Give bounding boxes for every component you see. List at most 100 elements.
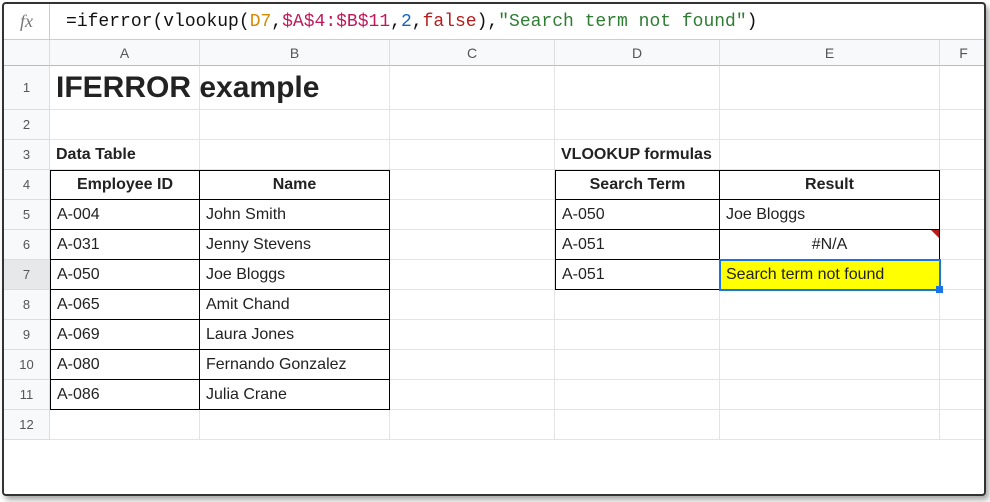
cell-E10[interactable] xyxy=(720,350,940,380)
cell-C12[interactable] xyxy=(390,410,555,440)
col-header-F[interactable]: F xyxy=(940,40,986,66)
cell-E1[interactable] xyxy=(720,66,940,110)
cell-A4[interactable]: Employee ID xyxy=(50,170,200,200)
fx-icon[interactable]: fx xyxy=(4,4,50,39)
cell-C5[interactable] xyxy=(390,200,555,230)
cell-D4[interactable]: Search Term xyxy=(555,170,720,200)
cell-C1[interactable] xyxy=(390,66,555,110)
cell-F8[interactable] xyxy=(940,290,986,320)
cell-F3[interactable] xyxy=(940,140,986,170)
cell-D7[interactable]: A-051 xyxy=(555,260,720,290)
row-header-4[interactable]: 4 xyxy=(4,170,50,200)
cell-C9[interactable] xyxy=(390,320,555,350)
cell-A12[interactable] xyxy=(50,410,200,440)
col-header-A[interactable]: A xyxy=(50,40,200,66)
cell-E7[interactable]: Search term not found xyxy=(720,260,940,290)
formula-input[interactable]: =iferror(vlookup(D7,$A$4:$B$11,2,false),… xyxy=(50,12,757,32)
row-header-1[interactable]: 1 xyxy=(4,66,50,110)
row-header-5[interactable]: 5 xyxy=(4,200,50,230)
formula-token: = xyxy=(66,12,77,32)
row-header-9[interactable]: 9 xyxy=(4,320,50,350)
cell-B6[interactable]: Jenny Stevens xyxy=(200,230,390,260)
cell-D11[interactable] xyxy=(555,380,720,410)
cell-C3[interactable] xyxy=(390,140,555,170)
col-header-D[interactable]: D xyxy=(555,40,720,66)
cell-F7[interactable] xyxy=(940,260,986,290)
col-header-B[interactable]: B xyxy=(200,40,390,66)
cell-C6[interactable] xyxy=(390,230,555,260)
row-header-8[interactable]: 8 xyxy=(4,290,50,320)
select-all-corner[interactable] xyxy=(4,40,50,66)
cell-B11[interactable]: Julia Crane xyxy=(200,380,390,410)
cell-B12[interactable] xyxy=(200,410,390,440)
col-header-C[interactable]: C xyxy=(390,40,555,66)
cell-B8[interactable]: Amit Chand xyxy=(200,290,390,320)
cell-F4[interactable] xyxy=(940,170,986,200)
row-header-11[interactable]: 11 xyxy=(4,380,50,410)
cell-E6[interactable]: #N/A xyxy=(720,230,940,260)
cell-B2[interactable] xyxy=(200,110,390,140)
cell-B5[interactable]: John Smith xyxy=(200,200,390,230)
cell-E11[interactable] xyxy=(720,380,940,410)
cell-B7[interactable]: Joe Bloggs xyxy=(200,260,390,290)
cell-C2[interactable] xyxy=(390,110,555,140)
formula-token: ( xyxy=(152,12,163,32)
cell-A10[interactable]: A-080 xyxy=(50,350,200,380)
cell-F11[interactable] xyxy=(940,380,986,410)
cell-D10[interactable] xyxy=(555,350,720,380)
cell-A2[interactable] xyxy=(50,110,200,140)
cell-E9[interactable] xyxy=(720,320,940,350)
cell-F2[interactable] xyxy=(940,110,986,140)
cell-B4[interactable]: Name xyxy=(200,170,390,200)
cell-A3[interactable]: Data Table xyxy=(50,140,200,170)
cell-D12[interactable] xyxy=(555,410,720,440)
cell-A8[interactable]: A-065 xyxy=(50,290,200,320)
cell-E12[interactable] xyxy=(720,410,940,440)
cell-F5[interactable] xyxy=(940,200,986,230)
cell-A5[interactable]: A-004 xyxy=(50,200,200,230)
cell-E8[interactable] xyxy=(720,290,940,320)
cell-C4[interactable] xyxy=(390,170,555,200)
col-header-E[interactable]: E xyxy=(720,40,940,66)
cell-C7[interactable] xyxy=(390,260,555,290)
cell-B3[interactable] xyxy=(200,140,390,170)
cell-E3[interactable] xyxy=(720,140,940,170)
cell-D9[interactable] xyxy=(555,320,720,350)
formula-token: $A$4:$B$11 xyxy=(282,12,390,32)
row-header-12[interactable]: 12 xyxy=(4,410,50,440)
cell-B10[interactable]: Fernando Gonzalez xyxy=(200,350,390,380)
formula-token: D7 xyxy=(250,12,272,32)
cell-F9[interactable] xyxy=(940,320,986,350)
cell-F1[interactable] xyxy=(940,66,986,110)
cell-D3[interactable]: VLOOKUP formulas xyxy=(555,140,720,170)
cell-F10[interactable] xyxy=(940,350,986,380)
cell-D1[interactable] xyxy=(555,66,720,110)
cell-A9[interactable]: A-069 xyxy=(50,320,200,350)
cell-F6[interactable] xyxy=(940,230,986,260)
cell-A7[interactable]: A-050 xyxy=(50,260,200,290)
cell-A1[interactable]: IFERROR example xyxy=(50,66,200,110)
row-header-3[interactable]: 3 xyxy=(4,140,50,170)
row-header-7[interactable]: 7 xyxy=(4,260,50,290)
row-header-10[interactable]: 10 xyxy=(4,350,50,380)
cell-C10[interactable] xyxy=(390,350,555,380)
cell-B9[interactable]: Laura Jones xyxy=(200,320,390,350)
spreadsheet-grid[interactable]: A B C D E F 1 IFERROR example 2 3 Data T… xyxy=(4,40,984,440)
cell-D5[interactable]: A-050 xyxy=(555,200,720,230)
cell-E5[interactable]: Joe Bloggs xyxy=(720,200,940,230)
formula-token: , xyxy=(390,12,401,32)
formula-token: ( xyxy=(239,12,250,32)
cell-E4[interactable]: Result xyxy=(720,170,940,200)
cell-E2[interactable] xyxy=(720,110,940,140)
row-header-6[interactable]: 6 xyxy=(4,230,50,260)
cell-A11[interactable]: A-086 xyxy=(50,380,200,410)
cell-F12[interactable] xyxy=(940,410,986,440)
row-header-2[interactable]: 2 xyxy=(4,110,50,140)
formula-token: 2 xyxy=(401,12,412,32)
cell-C11[interactable] xyxy=(390,380,555,410)
cell-D8[interactable] xyxy=(555,290,720,320)
cell-D2[interactable] xyxy=(555,110,720,140)
cell-A6[interactable]: A-031 xyxy=(50,230,200,260)
cell-C8[interactable] xyxy=(390,290,555,320)
cell-D6[interactable]: A-051 xyxy=(555,230,720,260)
